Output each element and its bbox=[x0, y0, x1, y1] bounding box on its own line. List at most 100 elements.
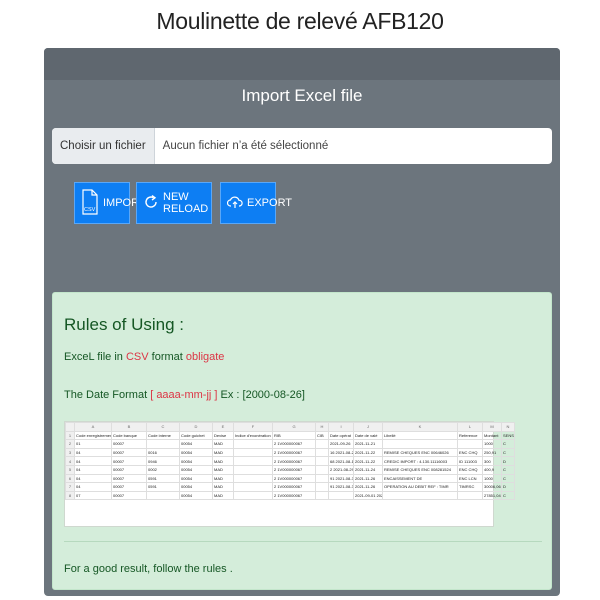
sample-cell: Libellé bbox=[382, 430, 458, 441]
sample-cell: 2 2021-08-29 bbox=[328, 464, 354, 475]
sample-cell: 2 1V000000067 bbox=[272, 473, 316, 484]
sample-row: 4 04 00007 0946 00054 MAD 2 1V000000067 68 2021… bbox=[65, 456, 515, 466]
sample-cell: 01 bbox=[74, 439, 112, 449]
sample-cell: 400,9 bbox=[482, 464, 502, 475]
sample-cell: 4 bbox=[65, 456, 75, 466]
rules-box: Rules of Using : ExceL file in CSV forma… bbox=[52, 292, 552, 590]
cloud-upload-icon bbox=[226, 194, 247, 213]
sample-cell bbox=[315, 464, 329, 475]
sample-column-header: G bbox=[272, 422, 316, 432]
sample-cell: 00054 bbox=[179, 439, 213, 449]
sample-cell: 1000 bbox=[482, 439, 502, 449]
sample-cell: Indice d'exonération bbox=[233, 430, 273, 441]
rule-format-mid: format bbox=[148, 351, 186, 363]
sample-cell bbox=[315, 490, 329, 501]
sample-cell: ENC LCN bbox=[457, 473, 483, 484]
sample-cell: ENCAISSEMENT DE bbox=[382, 473, 458, 484]
sample-cell: CREDIC IMPORT : 4.130.11116003 bbox=[382, 456, 458, 466]
sample-cell: 0016 bbox=[146, 447, 180, 458]
sample-cell: 3 bbox=[65, 447, 75, 458]
sample-cell: CIB bbox=[315, 430, 329, 441]
sample-cell bbox=[233, 482, 273, 492]
sample-cell: 00007 bbox=[111, 456, 147, 466]
sample-cell: 7 bbox=[65, 482, 75, 492]
sample-cell: 91 2021-08-31 bbox=[328, 473, 354, 484]
refresh-icon bbox=[143, 194, 163, 213]
sample-cell: 68 2021-08-18 bbox=[328, 456, 354, 466]
sample-cell: 1 bbox=[65, 430, 75, 441]
sample-cell: C bbox=[501, 490, 515, 501]
sample-cell: 07 bbox=[74, 490, 112, 501]
sample-cell: 00054 bbox=[179, 473, 213, 484]
sample-column-header bbox=[65, 422, 75, 432]
new-reload-button[interactable]: NEW RELOAD bbox=[136, 182, 212, 224]
sample-cell bbox=[233, 490, 273, 501]
sample-cell: 0591 bbox=[146, 473, 180, 484]
sample-cell: 250,91 bbox=[482, 447, 502, 458]
sample-cell bbox=[233, 447, 273, 458]
sample-cell: MAD bbox=[212, 482, 234, 492]
sample-cell: 2021-09-26 bbox=[328, 439, 354, 449]
sample-cell: Code interne bbox=[146, 430, 180, 441]
sample-cell: SENS bbox=[501, 430, 515, 441]
sample-cell bbox=[382, 490, 458, 501]
sample-cell: MAD bbox=[212, 439, 234, 449]
sample-cell: 00007 bbox=[111, 447, 147, 458]
sample-column-header: M bbox=[482, 422, 502, 432]
sample-cell: 2021-11-22 bbox=[353, 447, 383, 458]
sample-cell bbox=[315, 473, 329, 484]
csv-file-icon: CSV bbox=[81, 188, 103, 219]
sample-cell: 2021-11-21 bbox=[353, 439, 383, 449]
sample-cell: OPERATION AU DEBIT REF : TIMR bbox=[382, 482, 458, 492]
sample-column-header: N bbox=[501, 422, 515, 432]
import-button[interactable]: CSV IMPORT bbox=[74, 182, 146, 224]
rules-footer: For a good result, follow the rules . bbox=[64, 563, 233, 575]
file-input[interactable]: Choisir un fichier Aucun fichier n’a été… bbox=[52, 128, 552, 164]
file-status: Aucun fichier n’a été sélectionné bbox=[162, 140, 329, 152]
sample-cell bbox=[233, 473, 273, 484]
sample-column-header: C bbox=[146, 422, 180, 432]
sample-cell: Montant bbox=[482, 430, 502, 441]
sample-cell: 0946 bbox=[146, 456, 180, 466]
sample-column-header: J bbox=[353, 422, 383, 432]
sample-cell: C bbox=[501, 464, 515, 475]
sample-column-header: B bbox=[111, 422, 147, 432]
sample-cell bbox=[315, 456, 329, 466]
rules-title: Rules of Using : bbox=[64, 315, 184, 334]
sample-cell: ENC CHQ bbox=[457, 464, 483, 475]
divider bbox=[64, 541, 542, 542]
sample-cell: 27851,04 bbox=[482, 490, 502, 501]
sample-row: 3 04 00007 0016 00054 MAD 2 1V000000067 16 2021… bbox=[65, 447, 515, 458]
sample-cell: Code banque bbox=[111, 430, 147, 441]
sample-row: 8 07 00007 00054 MAD 2 1V000000067 2021-09-01 … bbox=[65, 490, 515, 501]
sample-cell: 04 bbox=[74, 482, 112, 492]
choose-file-button[interactable]: Choisir un fichier bbox=[52, 128, 155, 164]
sample-row: 2 01 00007 00054 MAD 2 1V000000067 2021-09-26 2… bbox=[65, 439, 515, 449]
sample-cell: 04 bbox=[74, 473, 112, 484]
sample-cell: 00007 bbox=[111, 482, 147, 492]
panel-header bbox=[44, 48, 560, 80]
sample-column-header: L bbox=[457, 422, 483, 432]
sample-cell: Reference bbox=[457, 430, 483, 441]
sample-cell: Devise bbox=[212, 430, 234, 441]
export-label: EXPORT bbox=[247, 197, 293, 209]
sample-cell: 00007 bbox=[111, 490, 147, 501]
sample-cell: 2 1V000000067 bbox=[272, 447, 316, 458]
export-button[interactable]: EXPORT bbox=[220, 182, 292, 224]
sample-cell: 2 1V000000067 bbox=[272, 464, 316, 475]
sample-cell: 0002 bbox=[146, 464, 180, 475]
sample-cell: REMISE CHEQUES ENC 00646026 bbox=[382, 447, 458, 458]
sample-cell: 2021-09-01 2021-11-27 bbox=[353, 490, 383, 501]
sample-cell bbox=[457, 490, 483, 501]
rule-date-pattern: [ aaaa-mm-jj ] bbox=[150, 389, 218, 401]
sample-cell bbox=[328, 490, 354, 501]
sample-row: 1 Code enregistrement Code banque Code inte… bbox=[65, 430, 515, 441]
sample-cell: MAD bbox=[212, 490, 234, 501]
sample-column-header: D bbox=[179, 422, 213, 432]
sample-cell bbox=[315, 447, 329, 458]
sample-cell: D bbox=[501, 482, 515, 492]
sample-column-header: K bbox=[382, 422, 458, 432]
sample-column-header: H bbox=[315, 422, 329, 432]
sample-column-header: A bbox=[74, 422, 112, 432]
sample-cell bbox=[146, 490, 180, 501]
